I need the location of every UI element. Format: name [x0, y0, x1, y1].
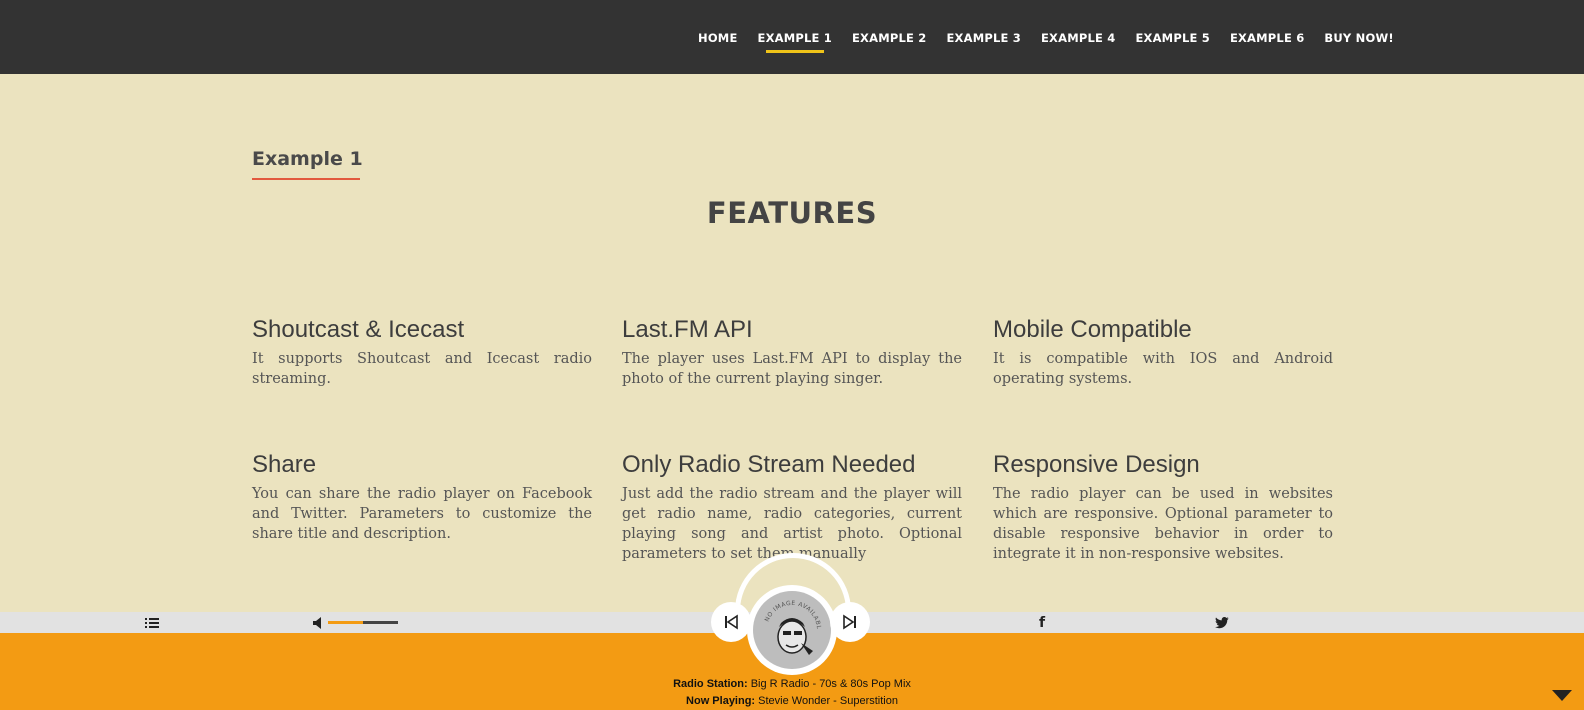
feature-text: The radio player can be used in websites…: [993, 486, 1333, 562]
feature-text: It is compatible with IOS and Android op…: [993, 351, 1333, 387]
feature-responsive-design: Responsive Design The radio player can b…: [993, 451, 1333, 564]
feature-text: You can share the radio player on Facebo…: [252, 486, 592, 542]
feature-text: Just add the radio stream and the player…: [622, 486, 962, 562]
feature-title: Last.FM API: [622, 316, 753, 343]
nav-item-example-1[interactable]: EXAMPLE 1: [758, 0, 832, 53]
top-navigation-bar: HOME EXAMPLE 1 EXAMPLE 2 EXAMPLE 3 EXAMP…: [0, 0, 1584, 74]
nav-item-example-2[interactable]: EXAMPLE 2: [852, 0, 926, 45]
skip-back-icon: [725, 614, 738, 630]
nav-item-example-6[interactable]: EXAMPLE 6: [1230, 0, 1304, 45]
twitter-icon[interactable]: [1213, 615, 1231, 631]
nav-item-example-5[interactable]: EXAMPLE 5: [1135, 0, 1209, 45]
chevron-down-icon[interactable]: [1552, 690, 1572, 702]
station-label: Radio Station:: [673, 678, 748, 690]
volume-level-fill: [328, 621, 363, 624]
feature-title: Responsive Design: [993, 451, 1200, 478]
album-art: NO IMAGE AVAILABLE: [747, 585, 837, 675]
feature-title: Only Radio Stream Needed: [622, 451, 916, 478]
skip-forward-button[interactable]: [830, 602, 870, 642]
station-info: Radio Station: Big R Radio - 70s & 80s P…: [0, 676, 1584, 710]
now-playing-track: Stevie Wonder - Superstition: [758, 695, 898, 707]
feature-shoutcast-icecast: Shoutcast & Icecast It supports Shoutcas…: [252, 316, 592, 389]
main-nav: HOME EXAMPLE 1 EXAMPLE 2 EXAMPLE 3 EXAMP…: [698, 0, 1414, 74]
facebook-icon[interactable]: f: [1036, 614, 1048, 632]
nav-item-example-3[interactable]: EXAMPLE 3: [946, 0, 1020, 45]
skip-back-button[interactable]: [711, 602, 751, 642]
heading-underline: [252, 178, 360, 180]
station-line: Radio Station: Big R Radio - 70s & 80s P…: [0, 676, 1584, 693]
skip-forward-icon: [843, 614, 856, 630]
nav-item-home[interactable]: HOME: [698, 0, 738, 45]
feature-lastfm-api: Last.FM API The player uses Last.FM API …: [622, 316, 962, 389]
feature-only-radio-stream: Only Radio Stream Needed Just add the ra…: [622, 451, 962, 564]
volume-slider[interactable]: [328, 621, 398, 624]
feature-mobile-compatible: Mobile Compatible It is compatible with …: [993, 316, 1333, 389]
station-name: Big R Radio - 70s & 80s Pop Mix: [750, 678, 911, 690]
now-playing-label: Now Playing:: [686, 695, 756, 707]
nav-item-example-4[interactable]: EXAMPLE 4: [1041, 0, 1115, 45]
feature-text: The player uses Last.FM API to display t…: [622, 351, 962, 387]
feature-title: Mobile Compatible: [993, 316, 1192, 343]
album-art-placeholder: NO IMAGE AVAILABLE: [753, 591, 831, 669]
feature-text: It supports Shoutcast and Icecast radio …: [252, 351, 592, 387]
feature-share: Share You can share the radio player on …: [252, 451, 592, 544]
section-title: FEATURES: [706, 196, 878, 230]
page-heading: Example 1: [252, 148, 363, 170]
playlist-icon[interactable]: [144, 615, 160, 631]
feature-title: Shoutcast & Icecast: [252, 316, 465, 343]
volume-icon[interactable]: [312, 615, 324, 631]
feature-title: Share: [252, 451, 317, 478]
nav-item-buy-now[interactable]: BUY NOW!: [1324, 0, 1393, 45]
now-playing-line: Now Playing: Stevie Wonder - Superstitio…: [0, 693, 1584, 710]
